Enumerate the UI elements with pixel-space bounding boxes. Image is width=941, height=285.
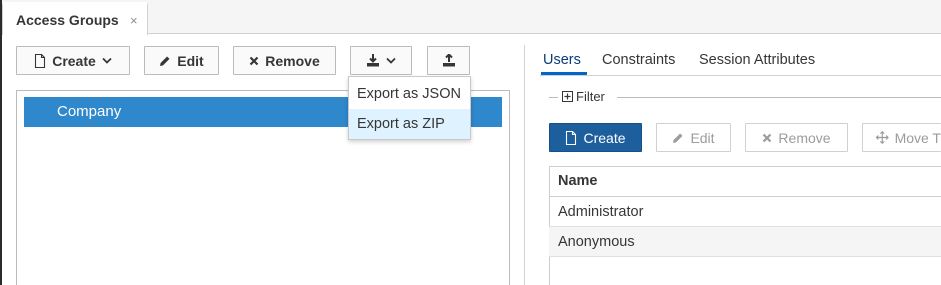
pencil-icon xyxy=(160,56,170,66)
remove-button-label: Remove xyxy=(265,52,320,69)
tab-title: Access Groups xyxy=(16,12,119,28)
edit-user-button[interactable]: Edit xyxy=(656,123,731,152)
tab-access-groups[interactable]: Access Groups × xyxy=(2,2,148,35)
edit-button-label: Edit xyxy=(177,52,204,69)
download-icon xyxy=(367,54,379,67)
panel-divider xyxy=(524,45,525,285)
tab-constraints[interactable]: Constraints xyxy=(602,52,675,68)
file-icon xyxy=(35,53,46,68)
export-menu: Export as JSON Export as ZIP xyxy=(348,76,471,140)
upload-icon xyxy=(442,54,455,67)
pencil-icon xyxy=(673,133,683,143)
export-dropdown-button[interactable] xyxy=(350,46,412,75)
filter-toggle[interactable]: Filter xyxy=(562,89,605,104)
plus-square-icon xyxy=(562,91,573,102)
close-icon xyxy=(249,56,259,65)
edit-button[interactable]: Edit xyxy=(144,46,219,75)
edit-user-label: Edit xyxy=(690,129,715,146)
close-icon xyxy=(763,133,772,142)
create-user-label: Create xyxy=(583,129,626,146)
close-icon[interactable]: × xyxy=(130,13,138,28)
chevron-down-icon xyxy=(386,57,396,64)
file-icon xyxy=(566,130,577,145)
import-button[interactable] xyxy=(427,46,470,75)
move-user-button[interactable]: Move T xyxy=(862,123,941,152)
remove-user-button[interactable]: Remove xyxy=(745,123,848,152)
chevron-down-icon xyxy=(102,57,112,64)
filter-label: Filter xyxy=(576,89,605,104)
table-row[interactable]: Anonymous xyxy=(549,227,941,257)
tab-session-attributes[interactable]: Session Attributes xyxy=(699,52,815,68)
tabs-baseline xyxy=(540,75,941,76)
active-tab-indicator xyxy=(541,72,587,75)
filter-divider-left xyxy=(549,97,558,98)
remove-button[interactable]: Remove xyxy=(233,46,336,75)
create-button-label: Create xyxy=(52,52,96,69)
menu-item-export-json[interactable]: Export as JSON xyxy=(349,79,470,109)
move-icon xyxy=(876,131,889,144)
create-dropdown-button[interactable]: Create xyxy=(16,46,130,75)
table-row[interactable]: Administrator xyxy=(549,197,941,227)
menu-item-export-zip[interactable]: Export as ZIP xyxy=(349,109,470,139)
column-header-name[interactable]: Name xyxy=(549,166,941,197)
remove-user-label: Remove xyxy=(778,129,831,146)
create-user-button[interactable]: Create xyxy=(549,123,642,152)
tab-users[interactable]: Users xyxy=(543,52,581,68)
window-left-edge xyxy=(0,0,2,285)
filter-divider-right xyxy=(617,97,941,98)
move-user-label: Move T xyxy=(894,129,941,146)
